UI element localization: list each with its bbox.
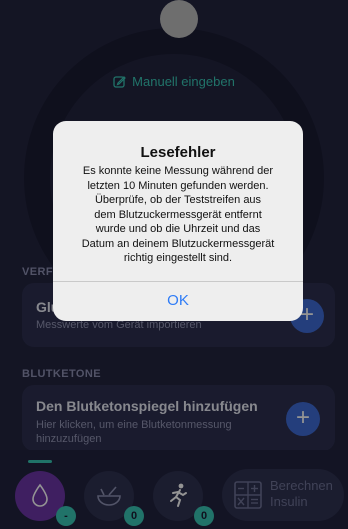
alert-message-line: Datum an deinem Blutzuckermessgerät bbox=[81, 237, 275, 250]
alert-message: Es konnte keine Messung während der letz… bbox=[63, 164, 293, 266]
alert-title: Lesefehler bbox=[140, 144, 216, 161]
alert-message-line: richtig eingestellt sind. bbox=[123, 252, 233, 264]
alert-message-line: Überprüfe, ob der Teststreifen aus bbox=[94, 194, 262, 206]
alert-message-line: wurde und ob die Uhrzeit und das bbox=[95, 223, 261, 235]
read-error-alert: Lesefehler Es konnte keine Messung währe… bbox=[53, 121, 303, 321]
alert-message-line: dem Blutzuckermessgerät entfernt bbox=[94, 208, 262, 221]
ok-button[interactable]: OK bbox=[53, 282, 303, 321]
alert-message-line: letzten 10 Minuten gefunden werden. bbox=[87, 179, 269, 192]
alert-message-line: Es konnte keine Messung während der bbox=[82, 165, 274, 177]
